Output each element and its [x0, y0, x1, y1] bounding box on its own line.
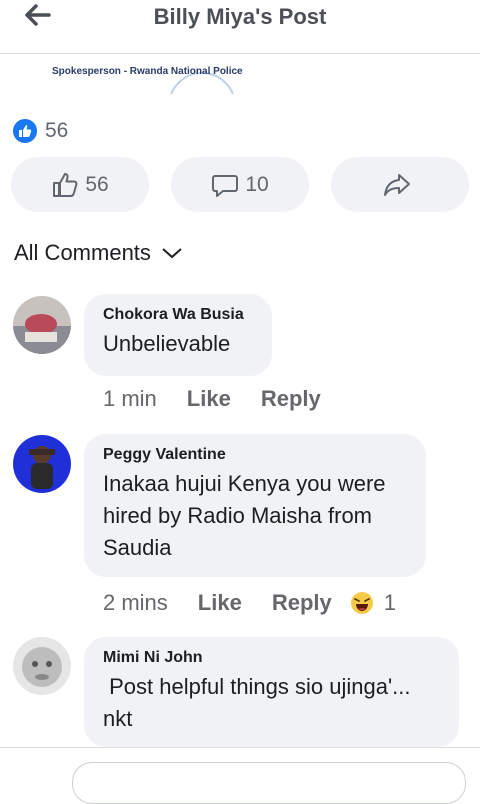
comment-author[interactable]: Peggy Valentine — [103, 446, 408, 464]
avatar[interactable] — [13, 637, 71, 695]
like-link[interactable]: Like — [198, 590, 242, 616]
reaction-summary[interactable]: 56 — [13, 118, 68, 144]
reaction-count: 1 — [383, 590, 396, 615]
share-icon — [384, 173, 410, 196]
thumbs-up-icon — [53, 172, 78, 197]
comment-bubble[interactable]: Mimi Ni John Post helpful things sio uji… — [84, 637, 459, 747]
comment-composer-bar — [0, 747, 480, 804]
like-count: 56 — [85, 172, 109, 196]
comment-text: Inakaa hujui Kenya you were hired by Rad… — [103, 471, 386, 560]
like-reaction-icon — [13, 119, 37, 143]
like-link[interactable]: Like — [187, 386, 231, 412]
post-actions: 56 10 — [0, 157, 480, 213]
comment-input[interactable] — [72, 762, 466, 804]
comment-bubble[interactable]: Peggy Valentine Inakaa hujui Kenya you w… — [84, 434, 426, 577]
avatar[interactable] — [13, 296, 71, 354]
reaction-count: 56 — [45, 119, 69, 142]
comment-count: 10 — [245, 172, 269, 196]
reply-link[interactable]: Reply — [272, 590, 332, 616]
all-comments-filter[interactable]: All Comments — [14, 240, 183, 266]
comment-time: 1 min — [103, 386, 157, 411]
comment-icon — [212, 174, 239, 197]
comment-button[interactable]: 10 — [171, 157, 309, 212]
chevron-down-icon — [162, 248, 182, 259]
reply-link[interactable]: Reply — [261, 386, 321, 412]
like-button[interactable]: 56 — [11, 157, 149, 212]
comment-text: Post helpful things sio ujinga'... nkt — [103, 674, 417, 731]
comment-author[interactable]: Chokora Wa Busia — [103, 306, 254, 324]
share-button[interactable] — [331, 157, 469, 212]
comment-author[interactable]: Mimi Ni John — [103, 649, 441, 667]
post-image[interactable]: Spokesperson - Rwanda National Police — [0, 54, 480, 94]
top-bar: Billy Miya's Post — [0, 0, 480, 54]
avatar[interactable] — [13, 435, 71, 493]
post-caption: Spokesperson - Rwanda National Police — [52, 66, 243, 77]
comment-meta: 2 mins Like Reply 1 — [103, 590, 396, 616]
comment-time: 2 mins — [103, 590, 168, 615]
laughing-emoji-icon[interactable] — [350, 591, 374, 615]
comment-text: Unbelievable — [103, 331, 231, 356]
all-comments-label: All Comments — [14, 240, 151, 265]
comment-bubble[interactable]: Chokora Wa Busia Unbelievable — [84, 294, 272, 376]
comment-meta: 1 min Like Reply — [103, 386, 321, 412]
page-title: Billy Miya's Post — [153, 4, 327, 29]
